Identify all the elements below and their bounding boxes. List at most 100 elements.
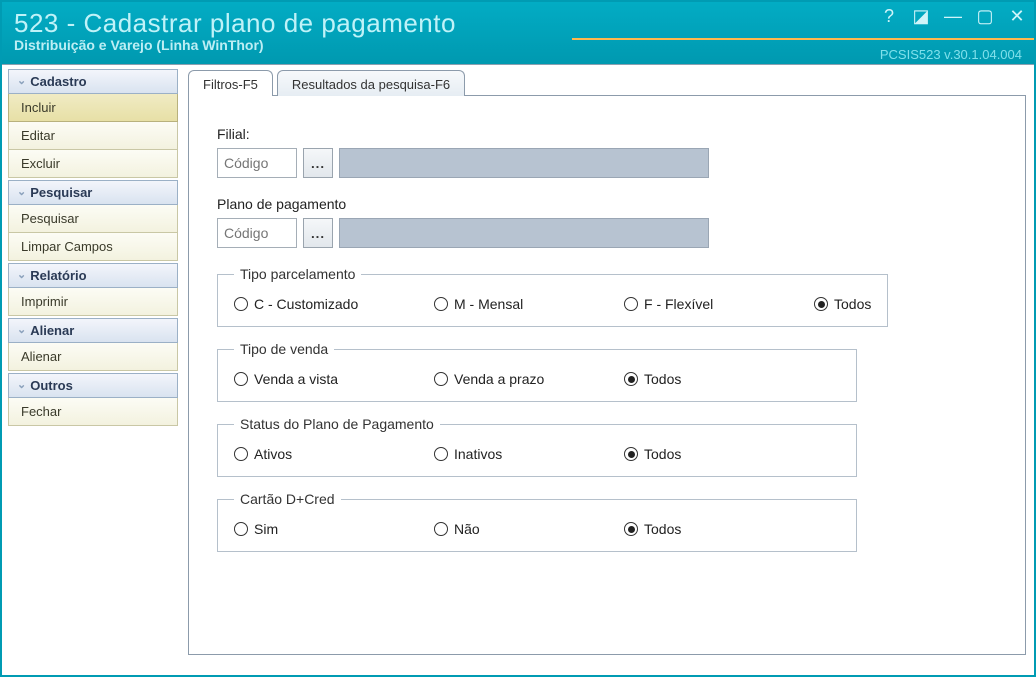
radio-label: Todos bbox=[644, 521, 681, 537]
sidebar-group-outros: ⌄ Outros Fechar bbox=[8, 373, 178, 426]
sidebar-item-limpar-campos[interactable]: Limpar Campos bbox=[8, 233, 178, 261]
radio-label: Todos bbox=[644, 371, 681, 387]
group-legend: Tipo parcelamento bbox=[234, 266, 361, 282]
filial-lookup: ... bbox=[217, 148, 997, 178]
chevron-down-icon: ⌄ bbox=[17, 270, 26, 281]
sidebar-item-label: Fechar bbox=[21, 404, 61, 419]
radio-icon bbox=[624, 372, 638, 386]
sidebar-header-label: Outros bbox=[30, 378, 73, 393]
radio-icon bbox=[434, 372, 448, 386]
titlebar-accent bbox=[572, 38, 1034, 40]
chevron-down-icon: ⌄ bbox=[17, 76, 26, 87]
sidebar-group-pesquisar: ⌄ Pesquisar Pesquisar Limpar Campos bbox=[8, 180, 178, 261]
sidebar-header-label: Cadastro bbox=[30, 74, 86, 89]
tab-filtros[interactable]: Filtros-F5 bbox=[188, 70, 273, 96]
radio-parc-flexivel[interactable]: F - Flexível bbox=[624, 296, 814, 312]
tab-resultados[interactable]: Resultados da pesquisa-F6 bbox=[277, 70, 465, 96]
version-label: PCSIS523 v.30.1.04.004 bbox=[880, 47, 1022, 62]
radio-icon bbox=[234, 447, 248, 461]
radio-icon bbox=[624, 297, 638, 311]
sidebar-header-label: Pesquisar bbox=[30, 185, 92, 200]
sidebar-header-alienar[interactable]: ⌄ Alienar bbox=[8, 318, 178, 343]
main: Filtros-F5 Resultados da pesquisa-F6 Fil… bbox=[184, 65, 1034, 675]
sidebar-header-cadastro[interactable]: ⌄ Cadastro bbox=[8, 69, 178, 94]
plano-browse-button[interactable]: ... bbox=[303, 218, 333, 248]
plano-description bbox=[339, 218, 709, 248]
sidebar-header-outros[interactable]: ⌄ Outros bbox=[8, 373, 178, 398]
radio-cartao-todos[interactable]: Todos bbox=[624, 521, 814, 537]
radio-label: Inativos bbox=[454, 446, 502, 462]
radio-parc-mensal[interactable]: M - Mensal bbox=[434, 296, 624, 312]
ellipsis-icon: ... bbox=[311, 156, 325, 171]
radio-label: C - Customizado bbox=[254, 296, 358, 312]
radio-icon bbox=[234, 297, 248, 311]
group-cartao: Cartão D+Cred Sim Não Todos bbox=[217, 491, 857, 552]
ellipsis-icon: ... bbox=[311, 226, 325, 241]
filial-code-input[interactable] bbox=[217, 148, 297, 178]
window-controls: ? ◪ — ▢ ✕ bbox=[880, 6, 1026, 27]
radio-icon bbox=[624, 447, 638, 461]
group-status: Status do Plano de Pagamento Ativos Inat… bbox=[217, 416, 857, 477]
radio-status-todos[interactable]: Todos bbox=[624, 446, 814, 462]
sidebar-item-imprimir[interactable]: Imprimir bbox=[8, 288, 178, 316]
group-tipo-venda: Tipo de venda Venda a vista Venda a praz… bbox=[217, 341, 857, 402]
sidebar-item-pesquisar[interactable]: Pesquisar bbox=[8, 205, 178, 233]
filial-browse-button[interactable]: ... bbox=[303, 148, 333, 178]
sidebar-item-excluir[interactable]: Excluir bbox=[8, 150, 178, 178]
chevron-down-icon: ⌄ bbox=[17, 187, 26, 198]
tabstrip: Filtros-F5 Resultados da pesquisa-F6 bbox=[188, 70, 1026, 96]
close-icon[interactable]: ✕ bbox=[1008, 6, 1026, 27]
plano-lookup: ... bbox=[217, 218, 997, 248]
filial-label: Filial: bbox=[217, 126, 997, 142]
radio-label: F - Flexível bbox=[644, 296, 713, 312]
sidebar-group-alienar: ⌄ Alienar Alienar bbox=[8, 318, 178, 371]
radio-icon bbox=[434, 447, 448, 461]
sidebar-item-alienar[interactable]: Alienar bbox=[8, 343, 178, 371]
group-tipo-parcelamento: Tipo parcelamento C - Customizado M - Me… bbox=[217, 266, 888, 327]
sidebar-item-label: Excluir bbox=[21, 156, 60, 171]
sidebar-header-label: Relatório bbox=[30, 268, 86, 283]
tab-label: Filtros-F5 bbox=[203, 77, 258, 92]
group-legend: Cartão D+Cred bbox=[234, 491, 341, 507]
radio-parc-custom[interactable]: C - Customizado bbox=[234, 296, 434, 312]
edit-icon[interactable]: ◪ bbox=[912, 6, 930, 27]
radio-icon bbox=[814, 297, 828, 311]
sidebar-item-label: Incluir bbox=[21, 100, 56, 115]
radio-cartao-sim[interactable]: Sim bbox=[234, 521, 434, 537]
tabpanel-filtros: Filial: ... Plano de pagamento ... Tipo … bbox=[188, 95, 1026, 655]
window-body: ⌄ Cadastro Incluir Editar Excluir ⌄ Pesq… bbox=[2, 64, 1034, 675]
minimize-icon[interactable]: — bbox=[944, 6, 962, 27]
sidebar-item-incluir[interactable]: Incluir bbox=[8, 94, 178, 122]
sidebar-header-pesquisar[interactable]: ⌄ Pesquisar bbox=[8, 180, 178, 205]
radio-icon bbox=[434, 522, 448, 536]
sidebar-group-relatorio: ⌄ Relatório Imprimir bbox=[8, 263, 178, 316]
sidebar-item-editar[interactable]: Editar bbox=[8, 122, 178, 150]
radio-label: M - Mensal bbox=[454, 296, 523, 312]
radio-icon bbox=[434, 297, 448, 311]
radio-icon bbox=[234, 522, 248, 536]
tab-label: Resultados da pesquisa-F6 bbox=[292, 77, 450, 92]
group-legend: Tipo de venda bbox=[234, 341, 334, 357]
chevron-down-icon: ⌄ bbox=[17, 325, 26, 336]
sidebar-header-relatorio[interactable]: ⌄ Relatório bbox=[8, 263, 178, 288]
sidebar-header-label: Alienar bbox=[30, 323, 74, 338]
sidebar-item-fechar[interactable]: Fechar bbox=[8, 398, 178, 426]
help-icon[interactable]: ? bbox=[880, 6, 898, 27]
radio-icon bbox=[234, 372, 248, 386]
radio-cartao-nao[interactable]: Não bbox=[434, 521, 624, 537]
radio-parc-todos[interactable]: Todos bbox=[814, 296, 871, 312]
sidebar-item-label: Imprimir bbox=[21, 294, 68, 309]
radio-venda-prazo[interactable]: Venda a prazo bbox=[434, 371, 624, 387]
plano-code-input[interactable] bbox=[217, 218, 297, 248]
radio-venda-vista[interactable]: Venda a vista bbox=[234, 371, 434, 387]
sidebar-item-label: Limpar Campos bbox=[21, 239, 113, 254]
maximize-icon[interactable]: ▢ bbox=[976, 6, 994, 27]
radio-icon bbox=[624, 522, 638, 536]
filial-description bbox=[339, 148, 709, 178]
radio-label: Ativos bbox=[254, 446, 292, 462]
radio-label: Sim bbox=[254, 521, 278, 537]
radio-venda-todos[interactable]: Todos bbox=[624, 371, 814, 387]
radio-status-inativos[interactable]: Inativos bbox=[434, 446, 624, 462]
titlebar: 523 - Cadastrar plano de pagamento Distr… bbox=[2, 2, 1034, 64]
radio-status-ativos[interactable]: Ativos bbox=[234, 446, 434, 462]
